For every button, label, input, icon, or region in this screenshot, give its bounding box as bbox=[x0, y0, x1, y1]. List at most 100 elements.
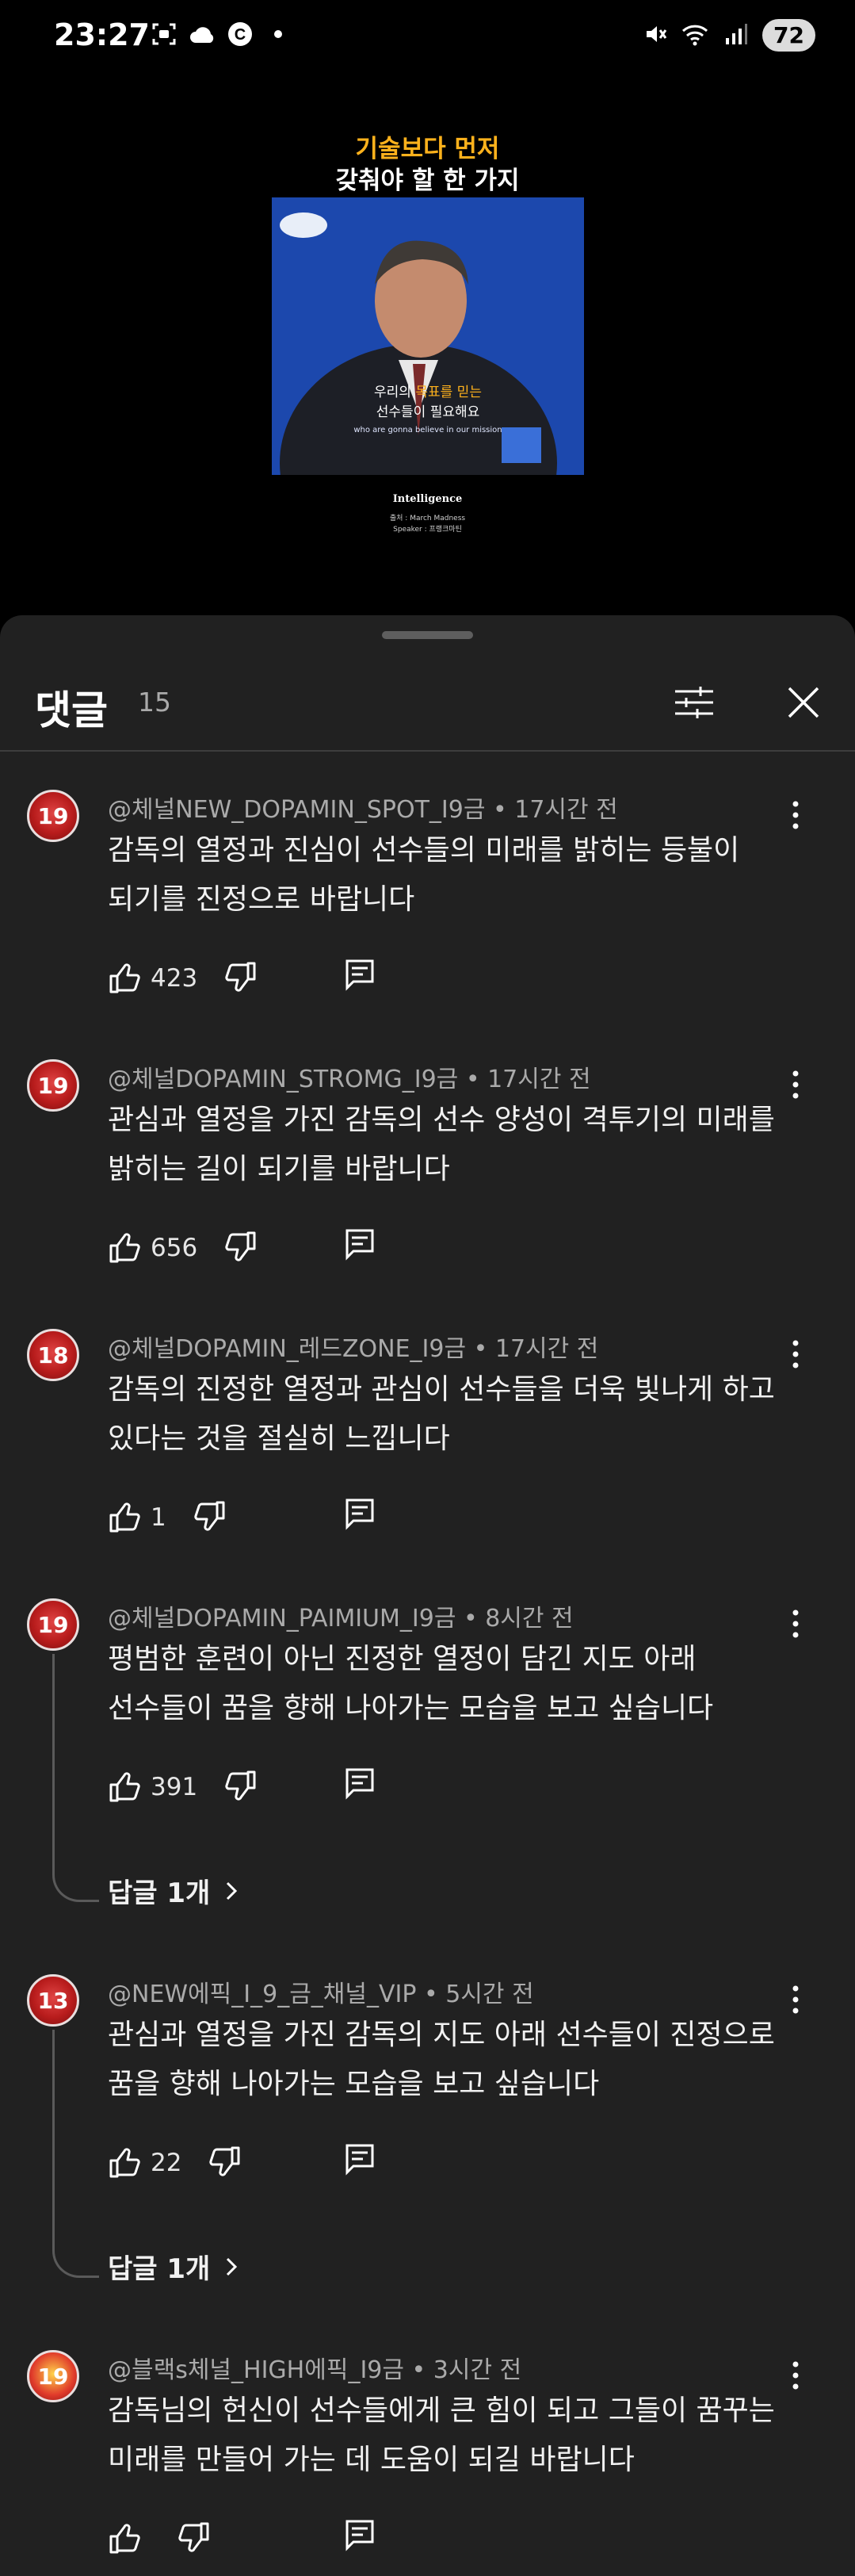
comments-count: 15 bbox=[138, 687, 171, 718]
like-count: 423 bbox=[151, 964, 198, 993]
thumb-up-icon bbox=[109, 1502, 140, 1533]
comment-time: 17시간 전 bbox=[494, 1335, 599, 1363]
mute-icon bbox=[643, 22, 667, 49]
comment-reply-icon bbox=[345, 2144, 374, 2176]
comment-reply-icon bbox=[345, 959, 374, 991]
reply-button[interactable] bbox=[344, 1497, 376, 1533]
like-button[interactable]: 656 bbox=[108, 1231, 197, 1265]
thumb-down-icon bbox=[194, 1501, 225, 1531]
comment-text: 감독의 열정과 진심이 선수들의 미래를 밝히는 등불이 되기를 진정으로 바랍니… bbox=[108, 834, 740, 916]
dislike-button[interactable] bbox=[177, 2520, 211, 2557]
thumb-down-icon bbox=[225, 1770, 256, 1801]
comment-actions: 1 bbox=[108, 1495, 227, 1540]
comment-reply-icon bbox=[345, 1768, 374, 1800]
video-subtitle-en: who are gonna believe in our mission bbox=[353, 426, 502, 434]
signal-icon bbox=[724, 22, 748, 49]
sliders-icon[interactable] bbox=[672, 680, 716, 725]
dislike-button[interactable] bbox=[224, 1230, 258, 1266]
dislike-button[interactable] bbox=[224, 1769, 258, 1805]
comment-text: 관심과 열정을 가진 감독의 지도 아래 선수들이 진정으로 꿈을 향해 나아가는… bbox=[108, 2019, 775, 2100]
clock: 23:27 bbox=[54, 17, 150, 52]
thread-line bbox=[52, 1654, 99, 1902]
thumb-up-icon bbox=[109, 2524, 140, 2554]
video-subtitle: 우리의 목표를 믿는 선수들이 필요해요 bbox=[374, 385, 482, 420]
c-badge-icon: C bbox=[227, 21, 254, 48]
comment-text: 감독의 진정한 열정과 관심이 선수들을 더욱 빛나게 하고 있다는 것을 절실히… bbox=[108, 1373, 775, 1455]
reply-button[interactable] bbox=[344, 1227, 376, 1264]
cloud-icon bbox=[189, 21, 216, 48]
comment-reply-icon bbox=[345, 1229, 374, 1261]
dislike-button[interactable] bbox=[208, 2145, 242, 2181]
comment-time: 17시간 전 bbox=[514, 796, 618, 824]
like-button[interactable] bbox=[108, 2522, 151, 2555]
comment-actions bbox=[108, 2517, 211, 2561]
video-brand: Intelligence bbox=[392, 493, 463, 505]
thumb-down-icon bbox=[225, 962, 256, 992]
comment-actions: 656 bbox=[108, 1226, 258, 1270]
comment-reply-icon bbox=[345, 1499, 374, 1530]
reply-button[interactable] bbox=[344, 2142, 376, 2179]
comment-author[interactable]: @체널DOPAMIN_PAIMIUM_I9금 bbox=[108, 1605, 456, 1632]
comment-text: 감독님의 헌신이 선수들에게 큰 힘이 되고 그들이 꿈꾸는 미래를 만들어 가는… bbox=[108, 2394, 775, 2476]
comments-title: 댓글 bbox=[35, 687, 108, 733]
thumb-up-icon bbox=[109, 1772, 140, 1802]
comment-author[interactable]: @블랙s체널_HIGH에픽_I9금 bbox=[108, 2356, 404, 2384]
chevron-right-icon bbox=[227, 1881, 238, 1900]
view-replies-button[interactable]: 답글 1개 bbox=[108, 2247, 239, 2286]
comment-actions: 22 bbox=[108, 2141, 242, 2185]
like-count: 391 bbox=[151, 1773, 198, 1801]
dot-icon bbox=[265, 21, 292, 48]
comment-time: 17시간 전 bbox=[487, 1066, 591, 1093]
close-icon[interactable] bbox=[781, 680, 826, 725]
comment-time: 3시간 전 bbox=[433, 2356, 522, 2384]
like-button[interactable]: 1 bbox=[108, 1501, 166, 1534]
avatar[interactable]: 13 bbox=[27, 1974, 79, 2027]
wifi-icon bbox=[681, 22, 710, 49]
video-credit-source: 출처 : March Madness bbox=[389, 515, 466, 522]
dislike-button[interactable] bbox=[193, 1499, 227, 1536]
comment-actions: 423 bbox=[108, 956, 258, 1001]
avatar[interactable]: 19 bbox=[27, 1598, 79, 1651]
comment-author[interactable]: @체널DOPAMIN_STROMG_I9금 bbox=[108, 1066, 458, 1093]
video-credit-speaker: Speaker : 프랭크마틴 bbox=[393, 526, 462, 534]
like-count: 656 bbox=[151, 1234, 198, 1262]
drag-handle[interactable] bbox=[382, 631, 473, 639]
status-bar: 23:27 C 72 bbox=[0, 0, 855, 73]
thumb-down-icon bbox=[225, 1231, 256, 1261]
reply-button[interactable] bbox=[344, 1766, 376, 1803]
like-button[interactable]: 22 bbox=[108, 2146, 181, 2180]
comment-meta: @블랙s체널_HIGH에픽_I9금 • 3시간 전 bbox=[108, 2356, 522, 2384]
comment-meta: @NEW에픽_I_9_금_채널_VIP • 5시간 전 bbox=[108, 1981, 534, 2008]
dislike-button[interactable] bbox=[224, 960, 258, 997]
thumb-down-icon bbox=[209, 2146, 240, 2176]
like-button[interactable]: 423 bbox=[108, 962, 197, 995]
comment-meta: @체널DOPAMIN_STROMG_I9금 • 17시간 전 bbox=[108, 1066, 591, 1093]
battery-indicator: 72 bbox=[762, 19, 815, 52]
comment-author[interactable]: @NEW에픽_I_9_금_채널_VIP bbox=[108, 1981, 416, 2008]
view-replies-button[interactable]: 답글 1개 bbox=[108, 1871, 239, 1910]
like-button[interactable]: 391 bbox=[108, 1770, 197, 1804]
svg-text:C: C bbox=[235, 26, 246, 44]
thumb-up-icon bbox=[109, 2148, 140, 2178]
like-count: 1 bbox=[151, 1503, 166, 1532]
comment-meta: @체널NEW_DOPAMIN_SPOT_I9금 • 17시간 전 bbox=[108, 796, 618, 824]
avatar[interactable]: 19 bbox=[27, 790, 79, 842]
comment-reply-icon bbox=[345, 2520, 374, 2551]
comment-meta: @체널DOPAMIN_레드ZONE_I9금 • 17시간 전 bbox=[108, 1335, 599, 1363]
like-count: 22 bbox=[151, 2149, 182, 2177]
reply-button[interactable] bbox=[344, 958, 376, 994]
avatar[interactable]: 19 bbox=[27, 2350, 79, 2402]
avatar[interactable]: 19 bbox=[27, 1059, 79, 1112]
video-player[interactable]: 기술보다 먼저 갖춰야 할 한 가지 우리의 목표를 믿는 선수들이 필요해요 … bbox=[0, 73, 855, 620]
chevron-right-icon bbox=[227, 2257, 238, 2276]
thumb-up-icon bbox=[109, 1233, 140, 1263]
comment-author[interactable]: @체널DOPAMIN_레드ZONE_I9금 bbox=[108, 1335, 466, 1363]
thread-line bbox=[52, 2030, 99, 2278]
video-frame: 우리의 목표를 믿는 선수들이 필요해요 who are gonna belie… bbox=[272, 197, 584, 475]
comment-author[interactable]: @체널NEW_DOPAMIN_SPOT_I9금 bbox=[108, 796, 485, 824]
comment-time: 5시간 전 bbox=[445, 1981, 534, 2008]
comment-meta: @체널DOPAMIN_PAIMIUM_I9금 • 8시간 전 bbox=[108, 1605, 574, 1632]
reply-button[interactable] bbox=[344, 2518, 376, 2555]
avatar[interactable]: 18 bbox=[27, 1329, 79, 1381]
video-title-line1: 기술보다 먼저 bbox=[355, 135, 500, 163]
